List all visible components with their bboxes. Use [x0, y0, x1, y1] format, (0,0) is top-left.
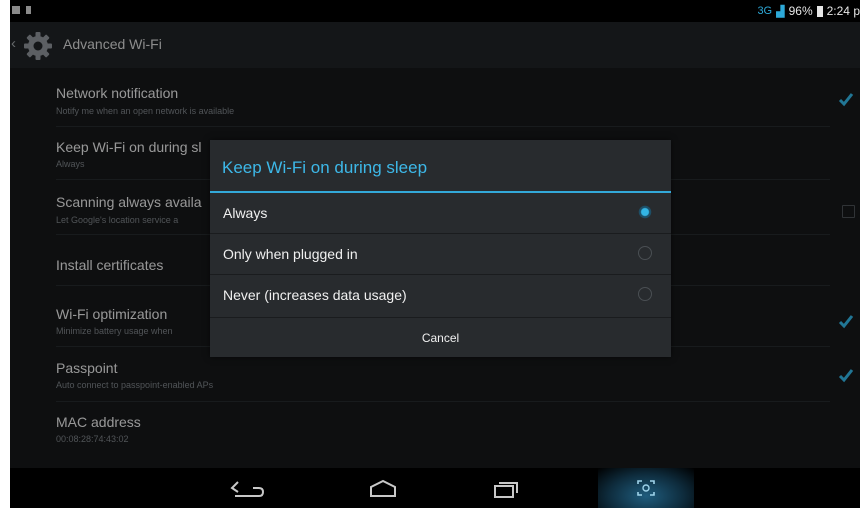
recent-apps-button[interactable] [475, 468, 535, 508]
status-indicators: 3G ▟ 96% 2:24 p [757, 3, 860, 19]
lock-icon [26, 6, 31, 14]
android-screen: 3G ▟ 96% 2:24 p ‹ Advanced Wi-Fi Network… [10, 0, 860, 508]
screenshot-button[interactable] [598, 468, 694, 508]
dialog-title: Keep Wi-Fi on during sleep [222, 158, 428, 177]
radio-selected-icon[interactable] [638, 205, 652, 219]
radio-unselected-icon[interactable] [638, 246, 652, 260]
clock: 2:24 p [826, 4, 860, 18]
keep-wifi-on-dialog: Keep Wi-Fi on during sleep Always Only w… [210, 140, 671, 357]
option-always[interactable]: Always [210, 193, 671, 234]
signal-icon: ▟ [776, 5, 785, 18]
option-label: Always [223, 205, 268, 221]
screenshot-icon [637, 480, 655, 496]
radio-unselected-icon[interactable] [638, 287, 652, 301]
back-icon [230, 481, 265, 497]
cancel-button[interactable]: Cancel [210, 317, 671, 358]
status-bar: 3G ▟ 96% 2:24 p [10, 0, 860, 22]
navigation-bar [10, 468, 860, 508]
back-button[interactable] [215, 468, 275, 508]
battery-icon [816, 5, 823, 17]
recent-apps-icon [494, 482, 518, 498]
home-button[interactable] [353, 468, 413, 508]
option-label: Only when plugged in [223, 246, 358, 262]
home-icon [370, 479, 396, 497]
option-never[interactable]: Never (increases data usage) [210, 275, 671, 315]
battery-percent: 96% [788, 4, 813, 18]
network-type: 3G [757, 5, 773, 17]
option-label: Never (increases data usage) [223, 287, 407, 303]
notification-icon [12, 6, 20, 14]
option-only-when-plugged-in[interactable]: Only when plugged in [210, 234, 671, 275]
